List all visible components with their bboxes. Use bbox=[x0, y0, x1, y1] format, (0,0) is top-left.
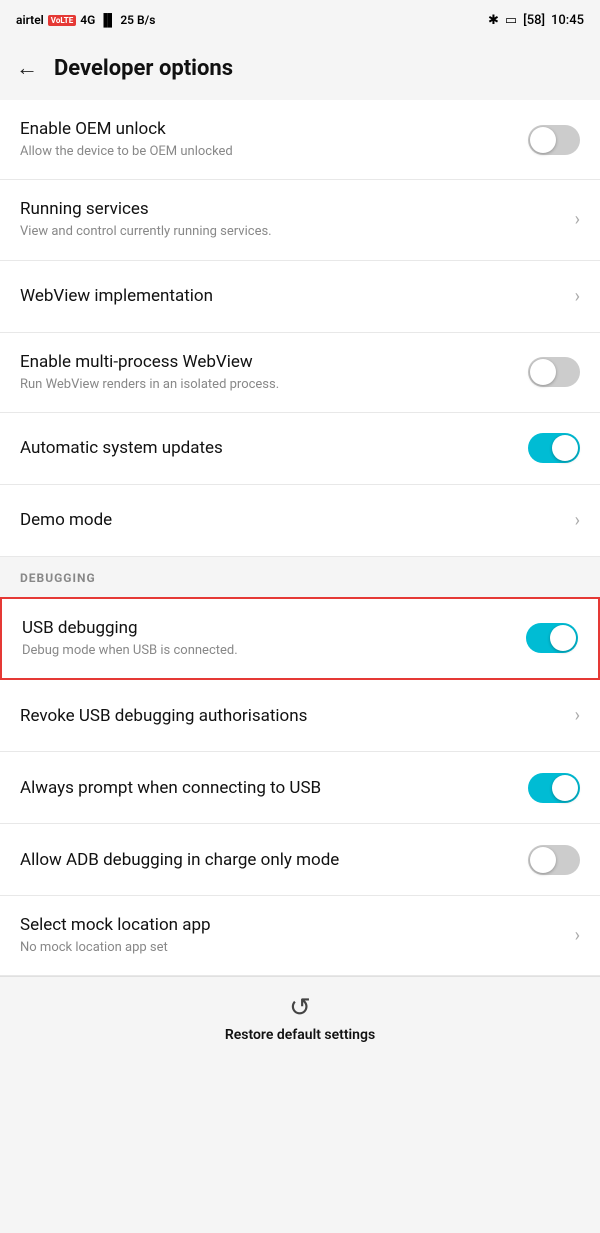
setting-title: Always prompt when connecting to USB bbox=[20, 777, 516, 799]
setting-text: Enable multi-process WebView Run WebView … bbox=[20, 351, 516, 394]
setting-subtitle: View and control currently running servi… bbox=[20, 223, 563, 241]
setting-item-allow-adb-debugging[interactable]: Allow ADB debugging in charge only mode bbox=[0, 824, 600, 896]
setting-item-select-mock-location[interactable]: Select mock location app No mock location… bbox=[0, 896, 600, 976]
setting-title: Automatic system updates bbox=[20, 437, 516, 459]
setting-text: Revoke USB debugging authorisations bbox=[20, 705, 563, 727]
battery-indicator: [58] bbox=[523, 13, 545, 28]
back-button[interactable]: ← bbox=[16, 55, 38, 81]
setting-item-running-services[interactable]: Running services View and control current… bbox=[0, 180, 600, 260]
setting-text: USB debugging Debug mode when USB is conn… bbox=[22, 617, 514, 660]
setting-subtitle: Allow the device to be OEM unlocked bbox=[20, 143, 516, 161]
toggle-knob bbox=[530, 359, 556, 385]
page-title: Developer options bbox=[54, 56, 233, 81]
settings-list: Enable OEM unlock Allow the device to be … bbox=[0, 100, 600, 557]
chevron-icon: › bbox=[575, 705, 580, 726]
carrier-label: airtel bbox=[16, 13, 44, 27]
chevron-icon: › bbox=[575, 925, 580, 946]
setting-item-webview-implementation[interactable]: WebView implementation › bbox=[0, 261, 600, 333]
volte-badge: VoLTE bbox=[48, 15, 76, 26]
setting-title: Demo mode bbox=[20, 509, 563, 531]
bluetooth-icon: ✱ bbox=[488, 13, 499, 28]
setting-title: Enable OEM unlock bbox=[20, 118, 516, 140]
toggle-switch[interactable] bbox=[528, 845, 580, 875]
toggle-switch[interactable] bbox=[528, 125, 580, 155]
debugging-items: USB debugging Debug mode when USB is conn… bbox=[0, 597, 600, 977]
toggle-switch[interactable] bbox=[528, 433, 580, 463]
setting-title: USB debugging bbox=[22, 617, 514, 639]
section-header-debugging: DEBUGGING bbox=[0, 557, 600, 593]
setting-subtitle: Debug mode when USB is connected. bbox=[22, 642, 514, 660]
setting-item-usb-debugging[interactable]: USB debugging Debug mode when USB is conn… bbox=[0, 597, 600, 680]
bottom-bar: ↺ Restore default settings bbox=[0, 976, 600, 1063]
status-bar: airtel VoLTE 4G ▐▌ 25 B/s ✱ ▭ [58] 10:45 bbox=[0, 0, 600, 40]
chevron-icon: › bbox=[575, 209, 580, 230]
setting-title: Allow ADB debugging in charge only mode bbox=[20, 849, 516, 871]
toggle-switch[interactable] bbox=[528, 773, 580, 803]
setting-subtitle: Run WebView renders in an isolated proce… bbox=[20, 376, 516, 394]
setting-text: Demo mode bbox=[20, 509, 563, 531]
setting-text: Select mock location app No mock location… bbox=[20, 914, 563, 957]
toggle-knob bbox=[552, 775, 578, 801]
setting-item-revoke-usb-debugging[interactable]: Revoke USB debugging authorisations › bbox=[0, 680, 600, 752]
chevron-icon: › bbox=[575, 510, 580, 531]
setting-subtitle: No mock location app set bbox=[20, 939, 563, 957]
setting-text: WebView implementation bbox=[20, 285, 563, 307]
setting-text: Automatic system updates bbox=[20, 437, 516, 459]
toggle-knob bbox=[552, 435, 578, 461]
setting-text: Enable OEM unlock Allow the device to be … bbox=[20, 118, 516, 161]
toggle-knob bbox=[530, 127, 556, 153]
setting-item-demo-mode[interactable]: Demo mode › bbox=[0, 485, 600, 557]
setting-text: Running services View and control current… bbox=[20, 198, 563, 241]
setting-item-enable-oem-unlock[interactable]: Enable OEM unlock Allow the device to be … bbox=[0, 100, 600, 180]
toggle-switch[interactable] bbox=[528, 357, 580, 387]
toggle-knob bbox=[530, 847, 556, 873]
data-speed: 25 B/s bbox=[120, 13, 155, 27]
signal-4g: 4G bbox=[80, 13, 95, 27]
restore-label[interactable]: Restore default settings bbox=[225, 1027, 375, 1043]
toggle-switch[interactable] bbox=[526, 623, 578, 653]
device-icon: ▭ bbox=[505, 13, 517, 28]
setting-text: Always prompt when connecting to USB bbox=[20, 777, 516, 799]
setting-title: WebView implementation bbox=[20, 285, 563, 307]
setting-title: Select mock location app bbox=[20, 914, 563, 936]
setting-title: Revoke USB debugging authorisations bbox=[20, 705, 563, 727]
status-right: ✱ ▭ [58] 10:45 bbox=[488, 13, 584, 28]
debugging-section: DEBUGGING USB debugging Debug mode when US… bbox=[0, 557, 600, 977]
signal-bars: ▐▌ bbox=[99, 13, 116, 27]
time-display: 10:45 bbox=[551, 13, 584, 28]
setting-item-automatic-system-updates[interactable]: Automatic system updates bbox=[0, 413, 600, 485]
setting-title: Enable multi-process WebView bbox=[20, 351, 516, 373]
setting-title: Running services bbox=[20, 198, 563, 220]
setting-text: Allow ADB debugging in charge only mode bbox=[20, 849, 516, 871]
setting-item-always-prompt-usb[interactable]: Always prompt when connecting to USB bbox=[0, 752, 600, 824]
toggle-knob bbox=[550, 625, 576, 651]
chevron-icon: › bbox=[575, 286, 580, 307]
top-bar: ← Developer options bbox=[0, 40, 600, 96]
status-left: airtel VoLTE 4G ▐▌ 25 B/s bbox=[16, 13, 155, 27]
setting-item-enable-multi-process-webview[interactable]: Enable multi-process WebView Run WebView … bbox=[0, 333, 600, 413]
restore-icon: ↺ bbox=[289, 993, 311, 1023]
